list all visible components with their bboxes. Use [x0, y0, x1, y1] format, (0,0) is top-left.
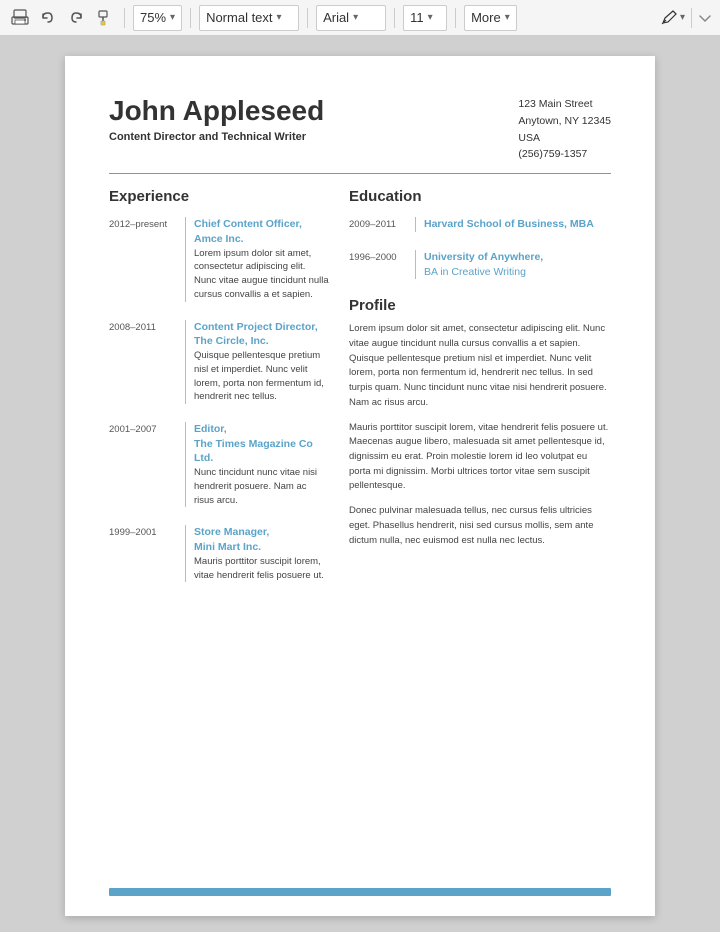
profile-title: Profile	[349, 297, 611, 314]
contact-phone: (256)759-1357	[518, 146, 611, 163]
education-title: Education	[349, 188, 611, 205]
exp-entry-2: 2008–2011 Content Project Director,The C…	[109, 320, 329, 404]
resume-job-title: Content Director and Technical Writer	[109, 131, 324, 143]
separator-5	[455, 8, 456, 28]
edu-year-2: 1996–2000	[349, 250, 407, 279]
profile-para-3: Donec pulvinar malesuada tellus, nec cur…	[349, 504, 611, 548]
style-value: Normal text	[206, 10, 272, 25]
resume-page: John Appleseed Content Director and Tech…	[65, 56, 655, 916]
exp-year-2: 2008–2011	[109, 320, 177, 404]
exp-title-3: Editor,The Times Magazine Co Ltd.	[194, 422, 329, 466]
separator-3	[307, 8, 308, 28]
style-arrow: ▾	[277, 12, 282, 23]
edu-year-1: 2009–2011	[349, 217, 407, 232]
pen-arrow: ▾	[680, 12, 685, 23]
experience-title: Experience	[109, 188, 329, 205]
separator-6	[691, 8, 692, 28]
print-icon[interactable]	[8, 6, 32, 30]
font-arrow: ▾	[353, 12, 358, 23]
zoom-dropdown[interactable]: 75% ▾	[133, 5, 182, 31]
format-paint-icon[interactable]	[92, 6, 116, 30]
document-area: John Appleseed Content Director and Tech…	[0, 36, 720, 932]
exp-desc-3: Nunc tincidunt nunc vitae nisi hendrerit…	[194, 466, 329, 507]
size-arrow: ▾	[428, 12, 433, 23]
exp-title-1: Chief Content Officer,Amce Inc.	[194, 217, 329, 246]
undo-icon[interactable]	[36, 6, 60, 30]
edu-content-1: Harvard School of Business, MBA	[424, 217, 611, 232]
edu-divider-2	[415, 250, 416, 279]
font-value: Arial	[323, 10, 349, 25]
more-arrow: ▾	[505, 12, 510, 23]
exp-year-3: 2001–2007	[109, 422, 177, 507]
contact-city: Anytown, NY 12345	[518, 113, 611, 130]
exp-entry-1: 2012–present Chief Content Officer,Amce …	[109, 217, 329, 301]
exp-divider-3	[185, 422, 186, 507]
exp-entry-3: 2001–2007 Editor,The Times Magazine Co L…	[109, 422, 329, 507]
right-column: Education 2009–2011 Harvard School of Bu…	[349, 188, 611, 600]
pen-button[interactable]: ▾	[660, 8, 712, 28]
exp-entry-4: 1999–2001 Store Manager,Mini Mart Inc. M…	[109, 525, 329, 582]
edu-divider-1	[415, 217, 416, 232]
more-label: More	[471, 10, 501, 25]
separator-2	[190, 8, 191, 28]
zoom-value: 75%	[140, 10, 166, 25]
resume-body: Experience 2012–present Chief Content Of…	[109, 188, 611, 600]
edu-school-1: Harvard School of Business, MBA	[424, 217, 611, 232]
exp-title-2: Content Project Director,The Circle, Inc…	[194, 320, 329, 349]
exp-desc-1: Lorem ipsum dolor sit amet, consectetur …	[194, 247, 329, 302]
profile-para-2: Mauris porttitor suscipit lorem, vitae h…	[349, 421, 611, 495]
resume-name-section: John Appleseed Content Director and Tech…	[109, 96, 324, 143]
header-divider	[109, 173, 611, 174]
exp-divider-4	[185, 525, 186, 582]
more-dropdown[interactable]: More ▾	[464, 5, 517, 31]
exp-content-2: Content Project Director,The Circle, Inc…	[194, 320, 329, 404]
exp-desc-2: Quisque pellentesque pretium nisl et imp…	[194, 349, 329, 404]
resume-name: John Appleseed	[109, 96, 324, 127]
zoom-arrow: ▾	[170, 12, 175, 23]
exp-content-1: Chief Content Officer,Amce Inc. Lorem ip…	[194, 217, 329, 301]
exp-desc-4: Mauris porttitor suscipit lorem, vitae h…	[194, 555, 329, 583]
exp-content-4: Store Manager,Mini Mart Inc. Mauris port…	[194, 525, 329, 582]
exp-year-4: 1999–2001	[109, 525, 177, 582]
resume-contact: 123 Main Street Anytown, NY 12345 USA (2…	[518, 96, 611, 163]
contact-country: USA	[518, 130, 611, 147]
edu-entry-1: 2009–2011 Harvard School of Business, MB…	[349, 217, 611, 232]
exp-divider-1	[185, 217, 186, 301]
edu-entry-2: 1996–2000 University of Anywhere, BA in …	[349, 250, 611, 279]
toolbar: 75% ▾ Normal text ▾ Arial ▾ 11 ▾ More ▾ …	[0, 0, 720, 36]
exp-content-3: Editor,The Times Magazine Co Ltd. Nunc t…	[194, 422, 329, 507]
exp-title-4: Store Manager,Mini Mart Inc.	[194, 525, 329, 554]
style-dropdown[interactable]: Normal text ▾	[199, 5, 299, 31]
profile-para-1: Lorem ipsum dolor sit amet, consectetur …	[349, 322, 611, 410]
contact-street: 123 Main Street	[518, 96, 611, 113]
redo-icon[interactable]	[64, 6, 88, 30]
separator-1	[124, 8, 125, 28]
size-value: 11	[410, 10, 424, 25]
experience-column: Experience 2012–present Chief Content Of…	[109, 188, 329, 600]
separator-4	[394, 8, 395, 28]
edu-degree-2: BA in Creative Writing	[424, 265, 611, 280]
exp-year-1: 2012–present	[109, 217, 177, 301]
resume-bottom-bar	[109, 888, 611, 896]
exp-divider-2	[185, 320, 186, 404]
resume-header: John Appleseed Content Director and Tech…	[109, 96, 611, 163]
edu-content-2: University of Anywhere, BA in Creative W…	[424, 250, 611, 279]
font-dropdown[interactable]: Arial ▾	[316, 5, 386, 31]
size-dropdown[interactable]: 11 ▾	[403, 5, 447, 31]
edu-school-2: University of Anywhere,	[424, 250, 611, 265]
